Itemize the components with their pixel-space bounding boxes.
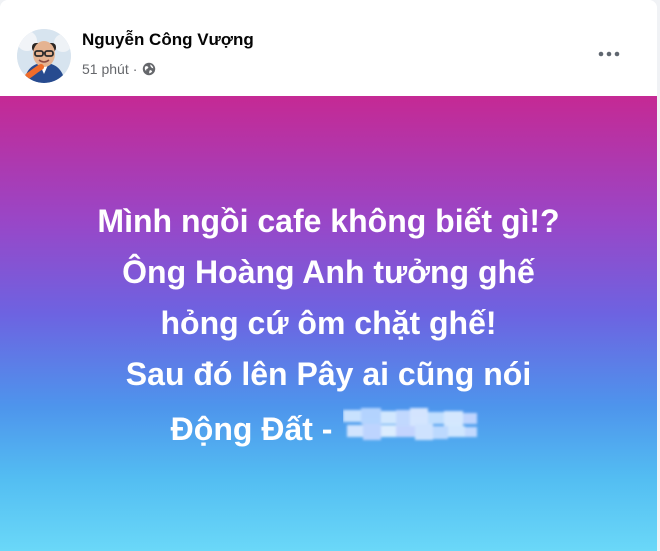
status-line-3: hỏng cứ ôm chặt ghế! xyxy=(160,305,497,341)
status-line-4: Sau đó lên Pây ai cũng nói xyxy=(125,356,532,392)
post-header: Nguyễn Công Vượng 51 phút · xyxy=(0,0,657,96)
more-options-icon xyxy=(598,44,620,62)
facebook-post-card: Nguyễn Công Vượng 51 phút · Mình ngồi ca… xyxy=(0,0,657,551)
author-avatar[interactable] xyxy=(17,29,71,83)
globe-icon[interactable] xyxy=(142,62,156,76)
author-name[interactable]: Nguyễn Công Vượng xyxy=(82,30,254,50)
status-line-1: Mình ngồi cafe không biết gì!? xyxy=(97,203,560,239)
meta-separator: · xyxy=(132,61,138,77)
status-line-2: Ông Hoàng Anh tưởng ghế xyxy=(122,254,535,290)
blurred-text-block xyxy=(343,406,486,446)
post-status-text: Mình ngồi cafe không biết gì!? Ông Hoàng… xyxy=(0,196,657,455)
post-meta: 51 phút · xyxy=(82,59,156,79)
status-line-5: Động Đất - xyxy=(0,400,657,455)
post-time[interactable]: 51 phút xyxy=(82,61,129,77)
status-line-5-text: Động Đất - xyxy=(170,411,333,447)
more-options-button[interactable] xyxy=(589,35,629,71)
post-background-banner[interactable]: Mình ngồi cafe không biết gì!? Ông Hoàng… xyxy=(0,96,657,551)
